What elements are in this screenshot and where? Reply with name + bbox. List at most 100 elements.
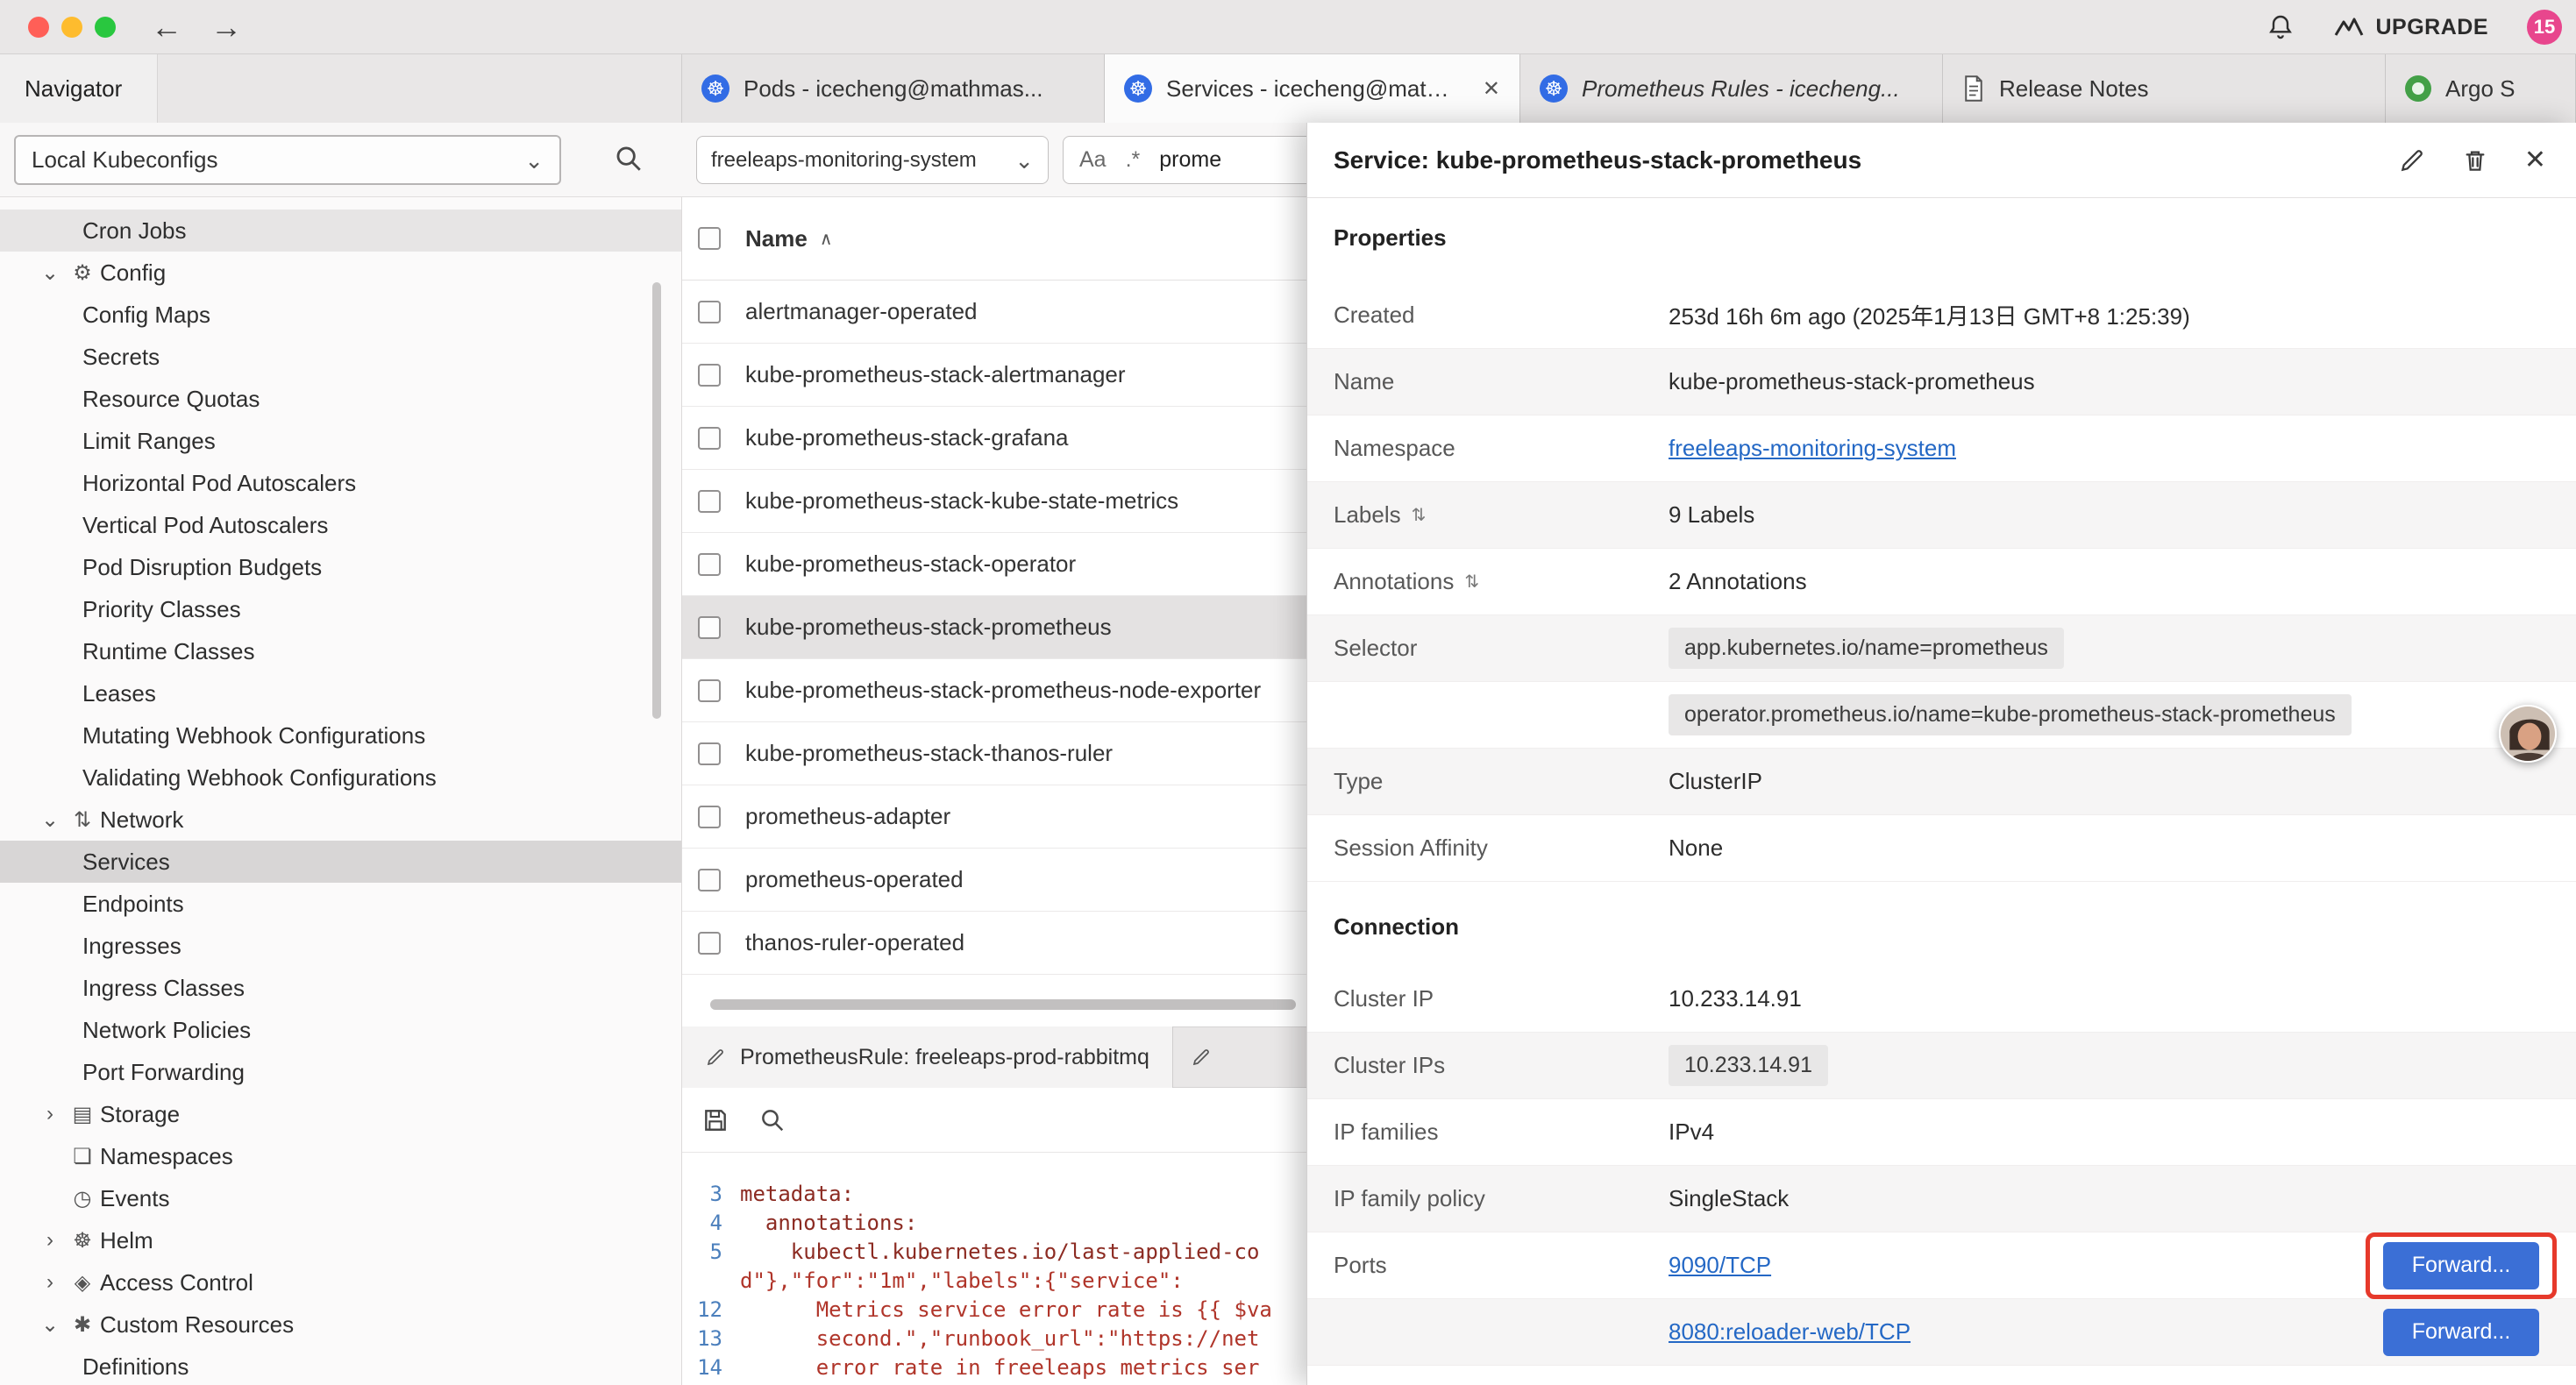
sidebar-item-endpoints[interactable]: Endpoints (0, 883, 681, 925)
sidebar-item-port-forwarding[interactable]: Port Forwarding (0, 1051, 681, 1093)
kubeconfig-selector[interactable]: Local Kubeconfigs ⌄ (14, 135, 561, 185)
sidebar-item-limit-ranges[interactable]: Limit Ranges (0, 420, 681, 462)
sidebar-item-network[interactable]: ⌄ ⇅ Network (0, 799, 681, 841)
row-checkbox[interactable] (698, 301, 721, 323)
editor-tab-prometheusrule[interactable]: PrometheusRule: freeleaps-prod-rabbitmq (682, 1026, 1173, 1088)
namespace-filter-select[interactable]: freeleaps-monitoring-system ⌄ (696, 136, 1049, 184)
horizontal-scrollbar[interactable] (710, 999, 1296, 1010)
list-search-input[interactable]: Aa .* prome (1063, 136, 1326, 184)
row-checkbox[interactable] (698, 364, 721, 387)
table-row[interactable]: kube-prometheus-stack-prometheus-node-ex… (682, 659, 1306, 722)
table-row[interactable]: kube-prometheus-stack-alertmanager (682, 344, 1306, 407)
forward-button[interactable]: → (210, 5, 242, 49)
cluster-ip-badge: 10.233.14.91 (1669, 1045, 1828, 1086)
tab-release-notes[interactable]: Release Notes (1943, 54, 2386, 123)
sidebar-item-secrets[interactable]: Secrets (0, 336, 681, 378)
unfold-icon[interactable]: ⇅ (1412, 504, 1427, 526)
selector-row-2: operator.prometheus.io/name=kube-prometh… (1307, 682, 2576, 749)
row-checkbox[interactable] (698, 427, 721, 450)
sidebar-item-pod-disruption-budgets[interactable]: Pod Disruption Budgets (0, 546, 681, 588)
table-row[interactable]: kube-prometheus-stack-operator (682, 533, 1306, 596)
row-checkbox[interactable] (698, 932, 721, 955)
sidebar-item-config[interactable]: ⌄ ⚙ Config (0, 252, 681, 294)
sidebar-item-priority-classes[interactable]: Priority Classes (0, 588, 681, 630)
sidebar-item-cron-jobs[interactable]: Cron Jobs (0, 210, 681, 252)
table-row[interactable]: prometheus-operated (682, 849, 1306, 912)
row-checkbox[interactable] (698, 553, 721, 576)
sort-ascending-icon[interactable]: ∧ (820, 228, 833, 250)
name-column-header[interactable]: Name (745, 225, 808, 252)
port-link-9090[interactable]: 9090/TCP (1669, 1252, 1771, 1279)
notification-count-badge[interactable]: 15 (2527, 10, 2562, 45)
sidebar-item-custom-resources[interactable]: ⌄ ✱ Custom Resources (0, 1303, 681, 1346)
row-checkbox[interactable] (698, 869, 721, 891)
sidebar-item-access-control[interactable]: › ◈ Access Control (0, 1261, 681, 1303)
sidebar-item-definitions[interactable]: Definitions (0, 1346, 681, 1385)
sidebar-item-vertical-pod-autoscalers[interactable]: Vertical Pod Autoscalers (0, 504, 681, 546)
table-row[interactable]: alertmanager-operated (682, 281, 1306, 344)
table-row-selected[interactable]: kube-prometheus-stack-prometheus (682, 596, 1306, 659)
sidebar-item-horizontal-pod-autoscalers[interactable]: Horizontal Pod Autoscalers (0, 462, 681, 504)
chevron-down-icon[interactable]: ⌄ (35, 260, 65, 286)
edit-pencil-icon[interactable] (2398, 146, 2426, 174)
sidebar-item-runtime-classes[interactable]: Runtime Classes (0, 630, 681, 672)
chevron-down-icon[interactable]: ⌄ (35, 807, 65, 833)
sidebar-item-resource-quotas[interactable]: Resource Quotas (0, 378, 681, 420)
chevron-right-icon[interactable]: › (35, 1228, 65, 1253)
editor-search-icon[interactable] (759, 1107, 786, 1133)
table-row[interactable]: kube-prometheus-stack-grafana (682, 407, 1306, 470)
close-icon[interactable]: ✕ (2524, 145, 2546, 175)
save-icon[interactable] (701, 1106, 729, 1134)
sidebar-scrollbar[interactable] (652, 282, 661, 719)
chevron-down-icon[interactable]: ⌄ (35, 1312, 65, 1338)
editor-tab-partial[interactable] (1173, 1026, 1229, 1088)
minimize-window-button[interactable] (61, 17, 82, 38)
upgrade-button[interactable]: UPGRADE (2333, 15, 2488, 40)
tab-prometheus-rules[interactable]: ☸ Prometheus Rules - icecheng... (1520, 54, 1943, 123)
sidebar-item-ingress-classes[interactable]: Ingress Classes (0, 967, 681, 1009)
zoom-window-button[interactable] (95, 17, 116, 38)
table-row[interactable]: kube-prometheus-stack-kube-state-metrics (682, 470, 1306, 533)
table-row[interactable]: kube-prometheus-stack-thanos-ruler (682, 722, 1306, 785)
chevron-right-icon[interactable]: › (35, 1270, 65, 1295)
close-window-button[interactable] (28, 17, 49, 38)
chevron-right-icon[interactable]: › (35, 1102, 65, 1126)
table-row[interactable]: thanos-ruler-operated (682, 912, 1306, 975)
sidebar-item-leases[interactable]: Leases (0, 672, 681, 714)
back-button[interactable]: ← (151, 5, 182, 49)
port-link-8080[interactable]: 8080:reloader-web/TCP (1669, 1318, 1911, 1346)
sidebar-item-ingresses[interactable]: Ingresses (0, 925, 681, 967)
document-icon (1962, 75, 1985, 102)
delete-trash-icon[interactable] (2461, 146, 2489, 174)
close-tab-icon[interactable]: ✕ (1483, 76, 1500, 102)
sidebar-item-services[interactable]: Services (0, 841, 681, 883)
tab-services[interactable]: ☸ Services - icecheng@math... ✕ (1105, 54, 1520, 123)
sidebar-item-network-policies[interactable]: Network Policies (0, 1009, 681, 1051)
sidebar-item-mutating-webhook-configurations[interactable]: Mutating Webhook Configurations (0, 714, 681, 756)
tab-argo[interactable]: Argo S (2386, 54, 2576, 123)
row-checkbox[interactable] (698, 616, 721, 639)
select-all-checkbox[interactable] (698, 227, 721, 250)
tab-pods[interactable]: ☸ Pods - icecheng@mathmas... (682, 54, 1105, 123)
row-checkbox[interactable] (698, 742, 721, 765)
row-checkbox[interactable] (698, 679, 721, 702)
row-checkbox[interactable] (698, 490, 721, 513)
match-case-toggle[interactable]: Aa (1079, 147, 1107, 173)
sidebar-item-storage[interactable]: › ▤ Storage (0, 1093, 681, 1135)
regex-toggle[interactable]: .* (1126, 147, 1141, 173)
forward-button-8080[interactable]: Forward... (2383, 1309, 2539, 1356)
namespace-link[interactable]: freeleaps-monitoring-system (1669, 435, 1956, 462)
sidebar-search-icon[interactable] (614, 144, 644, 174)
sidebar-item-events[interactable]: ◷ Events (0, 1177, 681, 1219)
yaml-editor[interactable]: 3metadata: 4 annotations: 5 kubectl.kube… (682, 1153, 1306, 1385)
sidebar-item-namespaces[interactable]: ❏ Namespaces (0, 1135, 681, 1177)
table-row[interactable]: prometheus-adapter (682, 785, 1306, 849)
selector-row: Selector app.kubernetes.io/name=promethe… (1307, 615, 2576, 682)
row-checkbox[interactable] (698, 806, 721, 828)
sidebar-item-config-maps[interactable]: Config Maps (0, 294, 681, 336)
unfold-icon[interactable]: ⇅ (1464, 571, 1479, 593)
notifications-bell-icon[interactable] (2266, 12, 2295, 42)
user-avatar[interactable] (2499, 705, 2557, 763)
sidebar-item-helm[interactable]: › ☸ Helm (0, 1219, 681, 1261)
sidebar-item-validating-webhook-configurations[interactable]: Validating Webhook Configurations (0, 756, 681, 799)
